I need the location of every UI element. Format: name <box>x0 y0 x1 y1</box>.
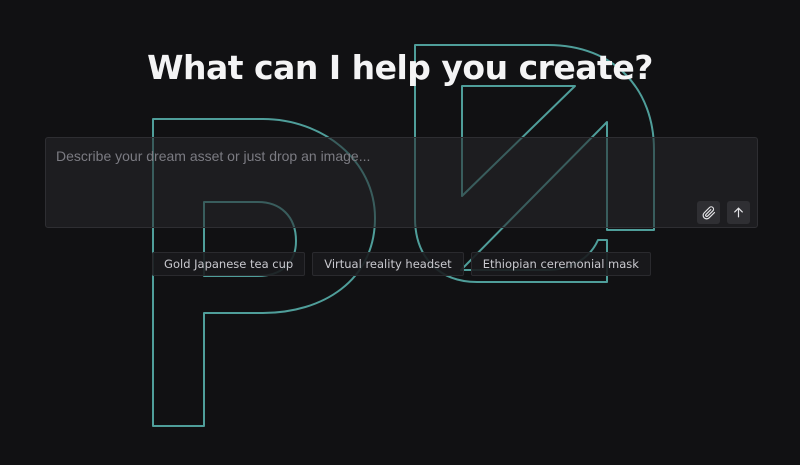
app-stage: What can I help you create? Gold Japanes… <box>0 0 800 465</box>
suggestion-chip[interactable]: Ethiopian ceremonial mask <box>470 252 651 276</box>
suggestion-chip[interactable]: Virtual reality headset <box>312 252 464 276</box>
paperclip-icon <box>702 205 715 219</box>
page-title: What can I help you create? <box>147 48 653 87</box>
suggestion-chip[interactable]: Gold Japanese tea cup <box>152 252 306 276</box>
prompt-box <box>45 137 758 228</box>
send-button[interactable] <box>727 201 750 224</box>
arrow-up-icon <box>734 207 743 218</box>
attach-button[interactable] <box>697 201 720 224</box>
prompt-input[interactable] <box>56 148 746 188</box>
suggestion-list: Gold Japanese tea cup Virtual reality he… <box>0 252 800 276</box>
